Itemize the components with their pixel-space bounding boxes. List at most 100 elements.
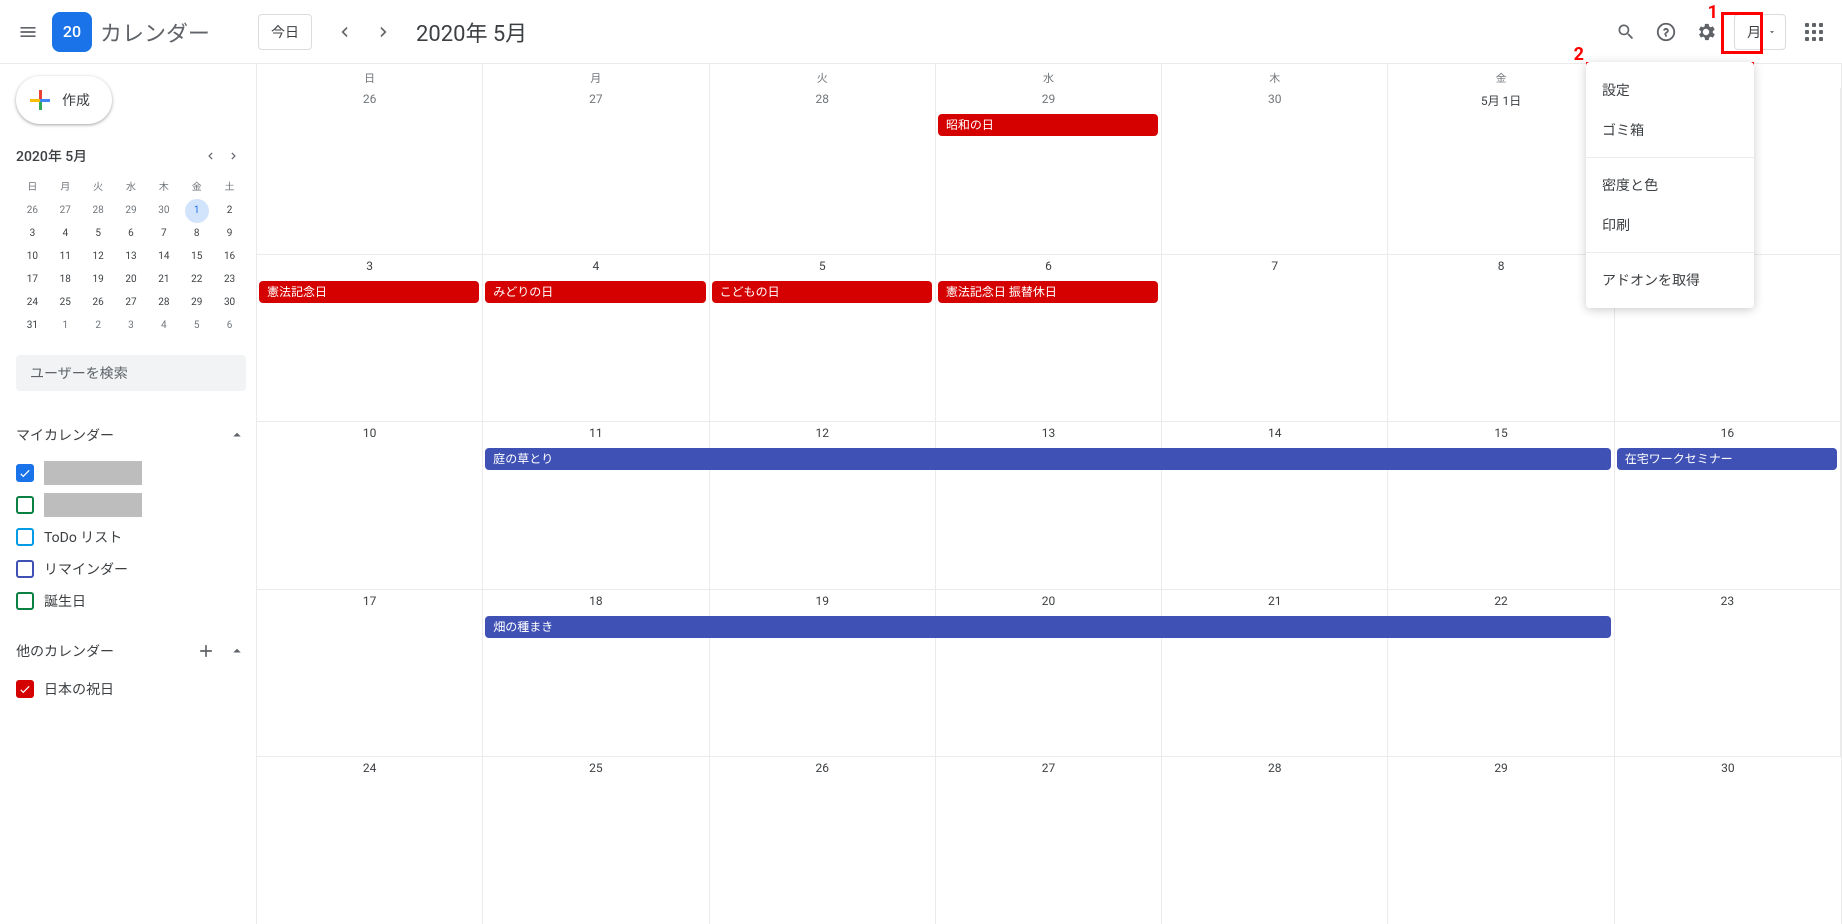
event-chip[interactable]: 庭の草とり [485,448,1610,470]
mini-day-cell[interactable]: 30 [213,291,246,314]
day-cell[interactable]: 30 [1615,757,1841,924]
mini-day-cell[interactable]: 7 [147,222,180,245]
day-cell[interactable]: 10 [257,422,483,588]
create-button[interactable]: 作成 [16,76,112,124]
day-cell[interactable]: 28 [710,88,936,254]
day-cell[interactable]: 20 [936,590,1162,756]
search-button[interactable] [1606,12,1646,52]
day-cell[interactable]: 23 [1615,590,1841,756]
day-cell[interactable]: 29 [936,88,1162,254]
mini-day-cell[interactable]: 26 [82,291,115,314]
day-cell[interactable]: 16 [1615,422,1841,588]
calendar-row[interactable] [16,457,246,489]
day-cell[interactable]: 30 [1162,88,1388,254]
calendar-checkbox[interactable] [16,560,34,578]
mini-day-cell[interactable]: 24 [16,291,49,314]
settings-menu-item[interactable]: ゴミ箱 [1586,110,1754,150]
event-chip[interactable]: 在宅ワークセミナー [1617,448,1837,470]
settings-button[interactable] [1686,12,1726,52]
day-cell[interactable]: 11 [483,422,709,588]
mini-day-cell[interactable]: 5 [180,314,213,337]
mini-day-cell[interactable]: 20 [115,268,148,291]
mini-day-cell[interactable]: 18 [49,268,82,291]
calendar-checkbox[interactable] [16,464,34,482]
mini-day-cell[interactable]: 29 [115,199,148,222]
mini-day-cell[interactable]: 27 [49,199,82,222]
people-search[interactable]: ユーザーを検索 [16,355,246,391]
day-cell[interactable]: 19 [710,590,936,756]
day-cell[interactable]: 26 [257,88,483,254]
settings-menu-item[interactable]: アドオンを取得 [1586,260,1754,300]
mini-prev[interactable] [198,144,222,168]
mini-day-cell[interactable]: 6 [115,222,148,245]
day-cell[interactable]: 14 [1162,422,1388,588]
mini-day-cell[interactable]: 23 [213,268,246,291]
day-cell[interactable]: 28 [1162,757,1388,924]
mini-day-cell[interactable]: 2 [213,199,246,222]
day-cell[interactable]: 25 [483,757,709,924]
mini-day-cell[interactable]: 21 [147,268,180,291]
day-cell[interactable]: 13 [936,422,1162,588]
calendar-row[interactable] [16,489,246,521]
day-cell[interactable]: 27 [936,757,1162,924]
mini-day-cell[interactable]: 3 [115,314,148,337]
day-cell[interactable]: 5月 1日 [1388,88,1614,254]
day-cell[interactable]: 3 [257,255,483,421]
mini-day-cell[interactable]: 27 [115,291,148,314]
my-calendars-header[interactable]: マイカレンダー [16,419,246,451]
mini-day-cell[interactable]: 5 [82,222,115,245]
day-cell[interactable]: 6 [936,255,1162,421]
apps-button[interactable] [1794,12,1834,52]
mini-day-cell[interactable]: 1 [180,199,213,222]
calendar-checkbox[interactable] [16,528,34,546]
event-chip[interactable]: 畑の種まき [485,616,1610,638]
calendar-row[interactable]: 日本の祝日 [16,673,246,705]
day-cell[interactable]: 17 [257,590,483,756]
event-chip[interactable]: 憲法記念日 [259,281,479,303]
mini-day-cell[interactable]: 15 [180,245,213,268]
mini-day-cell[interactable]: 28 [82,199,115,222]
mini-day-cell[interactable]: 13 [115,245,148,268]
mini-day-cell[interactable]: 30 [147,199,180,222]
mini-day-cell[interactable]: 8 [180,222,213,245]
help-button[interactable] [1646,12,1686,52]
prev-button[interactable] [324,12,364,52]
calendar-checkbox[interactable] [16,496,34,514]
mini-day-cell[interactable]: 6 [213,314,246,337]
mini-day-cell[interactable]: 31 [16,314,49,337]
add-icon[interactable] [196,641,216,661]
day-cell[interactable]: 5 [710,255,936,421]
event-chip[interactable]: こどもの日 [712,281,932,303]
day-cell[interactable]: 27 [483,88,709,254]
event-chip[interactable]: 昭和の日 [938,114,1158,136]
settings-menu-item[interactable]: 印刷 [1586,205,1754,245]
mini-day-cell[interactable]: 3 [16,222,49,245]
day-cell[interactable]: 26 [710,757,936,924]
day-cell[interactable]: 24 [257,757,483,924]
mini-day-cell[interactable]: 28 [147,291,180,314]
calendar-checkbox[interactable] [16,592,34,610]
mini-day-cell[interactable]: 11 [49,245,82,268]
settings-menu-item[interactable]: 設定 [1586,70,1754,110]
mini-day-cell[interactable]: 10 [16,245,49,268]
day-cell[interactable]: 22 [1388,590,1614,756]
calendar-row[interactable]: ToDo リスト [16,521,246,553]
mini-day-cell[interactable]: 4 [147,314,180,337]
mini-day-cell[interactable]: 9 [213,222,246,245]
day-cell[interactable]: 29 [1388,757,1614,924]
day-cell[interactable]: 7 [1162,255,1388,421]
event-chip[interactable]: 憲法記念日 振替休日 [938,281,1158,303]
mini-day-cell[interactable]: 26 [16,199,49,222]
day-cell[interactable]: 18 [483,590,709,756]
mini-day-cell[interactable]: 25 [49,291,82,314]
calendar-row[interactable]: 誕生日 [16,585,246,617]
mini-day-cell[interactable]: 14 [147,245,180,268]
mini-day-cell[interactable]: 2 [82,314,115,337]
calendar-row[interactable]: リマインダー [16,553,246,585]
menu-button[interactable] [8,12,48,52]
calendar-checkbox[interactable] [16,680,34,698]
mini-day-cell[interactable]: 19 [82,268,115,291]
today-button[interactable]: 今日 [258,14,312,50]
mini-day-cell[interactable]: 4 [49,222,82,245]
settings-menu-item[interactable]: 密度と色 [1586,165,1754,205]
